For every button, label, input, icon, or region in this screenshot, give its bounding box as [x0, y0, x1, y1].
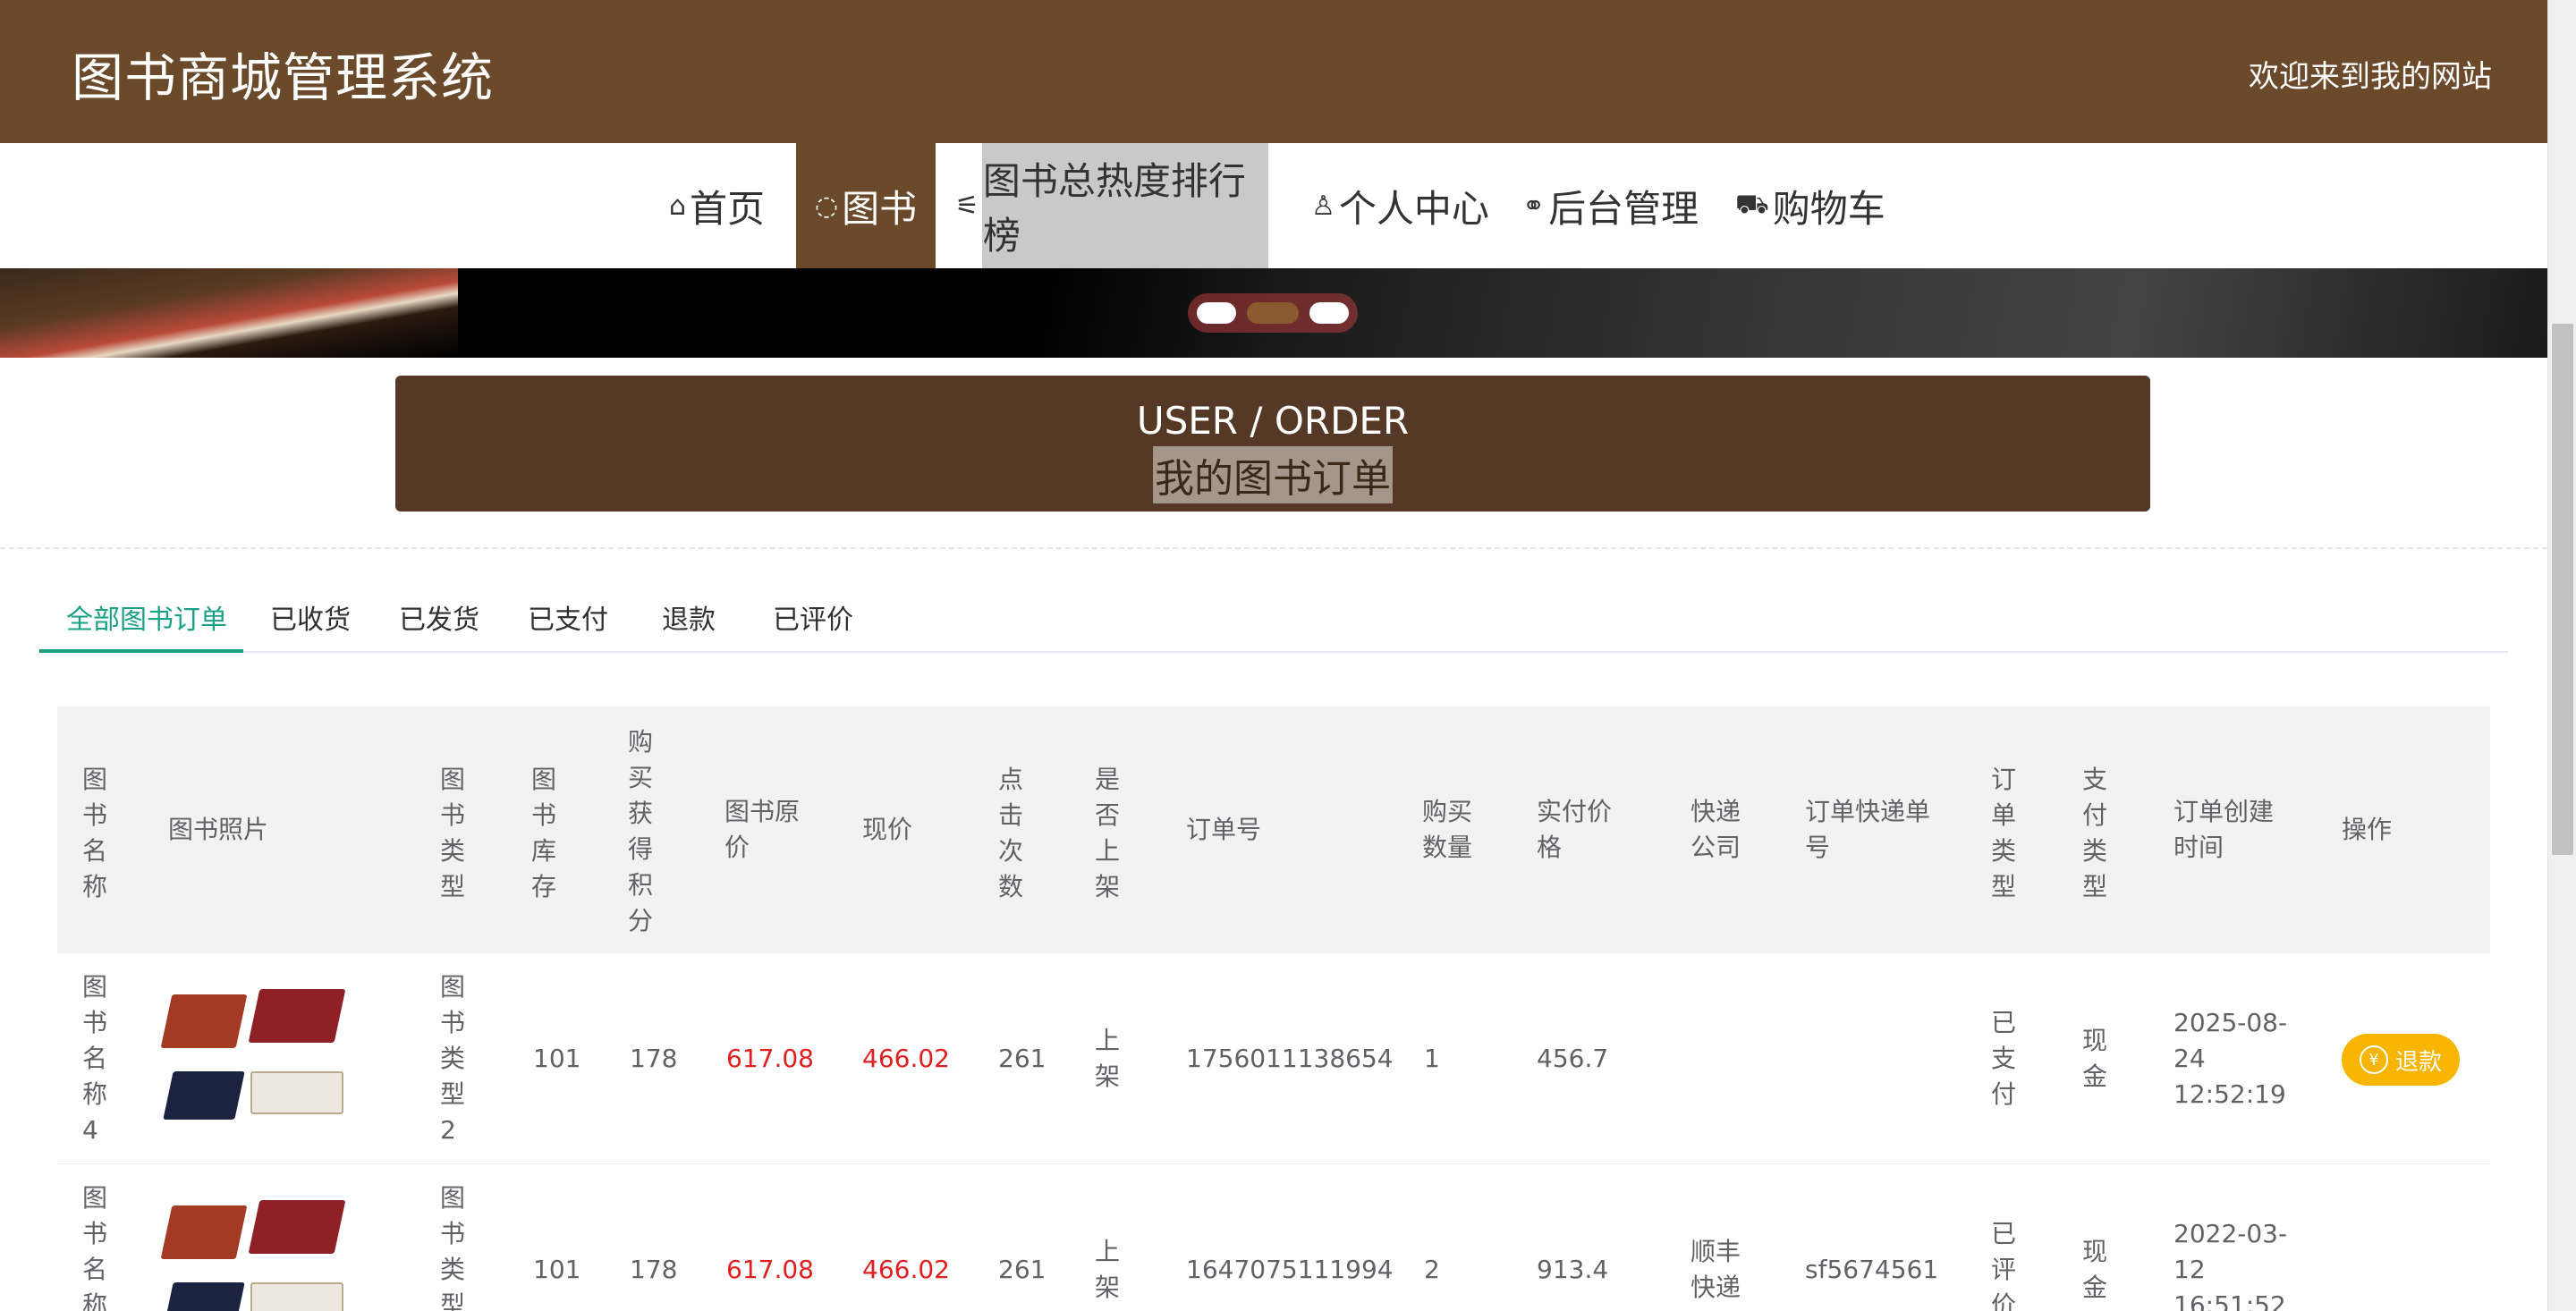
cell-order-type: 已支付	[1991, 1008, 2017, 1109]
user-icon: ♙	[1311, 190, 1335, 222]
table-header: 图书名称 图书照片 图书类型 图书库存 购买获得积分 图书原价 现价 点击次数 …	[57, 706, 2490, 953]
tab-received[interactable]: 已收货	[270, 581, 351, 653]
tab-active-indicator	[39, 649, 243, 653]
nav-label: 图书总热度排行榜	[982, 159, 1246, 258]
cell-on-shelf: 上架	[1095, 1237, 1121, 1302]
cell-price: 466.02	[862, 1044, 950, 1073]
cell-book-type: 图书类型	[440, 1183, 466, 1311]
nav-ranking[interactable]: ⚟ 图书总热度排行榜	[955, 143, 1268, 268]
tab-refund[interactable]: 退款	[662, 581, 716, 653]
cell-pay-type: 现金	[2082, 1026, 2108, 1091]
book-photo	[160, 985, 349, 1132]
th-action: 操作	[2342, 815, 2393, 844]
cell-courier: 顺丰快递	[1690, 1237, 1741, 1302]
order-tabs: 全部图书订单 已收货 已发货 已支付 退款 已评价	[39, 581, 2508, 653]
th-book-type: 图书类型	[440, 765, 466, 901]
section-title-en: USER / ORDER	[1136, 399, 1410, 443]
th-points: 购买获得积分	[628, 727, 654, 935]
nav-books[interactable]: ◌ 图书	[796, 143, 936, 268]
th-clicks: 点击次数	[998, 765, 1024, 901]
th-paid: 实付价格	[1537, 797, 1613, 862]
cell-tracking: sf5674561	[1805, 1255, 1939, 1284]
cell-order-type: 已评价	[1991, 1219, 2017, 1311]
refund-button[interactable]: ¥ 退款	[2342, 1034, 2460, 1086]
cell-orig-price: 617.08	[726, 1255, 814, 1284]
section-title-box: USER / ORDER 我的图书订单	[395, 376, 2150, 512]
banner-carousel[interactable]	[0, 268, 2547, 358]
cell-stock: 101	[533, 1044, 581, 1073]
table-row: 图书名称 图书类型 101 178 617.08 466.02 261 上架 1…	[57, 1164, 2490, 1311]
main-nav: ⌂ 首页 ◌ 图书 ⚟ 图书总热度排行榜 ♙ 个人中心 ⚭ 后台管理 ⛟ 购物车	[0, 143, 2547, 268]
banner-image-left	[0, 268, 458, 358]
th-book-name: 图书名称	[82, 765, 108, 901]
site-header: 图书商城管理系统 欢迎来到我的网站	[0, 0, 2547, 143]
site-title: 图书商城管理系统	[72, 47, 495, 108]
banner-image-right	[458, 268, 2547, 358]
cell-on-shelf: 上架	[1095, 1026, 1121, 1091]
th-courier: 快递公司	[1690, 797, 1741, 862]
th-book-photo: 图书照片	[168, 815, 269, 844]
home-icon: ⌂	[669, 190, 687, 222]
cell-qty: 2	[1424, 1255, 1440, 1284]
cell-qty: 1	[1424, 1044, 1440, 1073]
cell-clicks: 261	[998, 1255, 1046, 1284]
nav-admin[interactable]: ⚭ 后台管理	[1522, 143, 1699, 268]
cell-order-no: 1647075111994	[1186, 1255, 1394, 1284]
th-order-type: 订单类型	[1991, 765, 2017, 901]
table-row: 图书名称4 图书类型2 101 178 617.08 466.02 261 上架…	[57, 953, 2490, 1164]
section-title-cn: 我的图书订单	[1153, 446, 1393, 503]
tab-paid[interactable]: 已支付	[528, 581, 608, 653]
cell-points: 178	[630, 1044, 678, 1073]
cell-clicks: 261	[998, 1044, 1046, 1073]
tab-shipped[interactable]: 已发货	[399, 581, 479, 653]
cell-paid: 456.7	[1537, 1044, 1609, 1073]
th-tracking: 订单快递单号	[1805, 797, 1931, 862]
cell-book-name: 图书名称4	[82, 972, 108, 1145]
sliders-icon: ⚟	[955, 190, 979, 222]
th-created: 订单创建时间	[2174, 797, 2275, 862]
carousel-dot[interactable]	[1309, 302, 1349, 324]
nav-profile[interactable]: ♙ 个人中心	[1311, 143, 1489, 268]
tab-all-orders[interactable]: 全部图书订单	[66, 581, 227, 653]
th-stock: 图书库存	[531, 765, 557, 901]
carousel-dot-active[interactable]	[1247, 302, 1299, 324]
page-scrollbar[interactable]	[2547, 0, 2576, 1311]
th-qty: 购买数量	[1422, 797, 1473, 862]
carousel-dot[interactable]	[1197, 302, 1236, 324]
cell-book-name: 图书名称	[82, 1183, 108, 1311]
tab-reviewed[interactable]: 已评价	[773, 581, 853, 653]
th-order-no: 订单号	[1186, 815, 1262, 844]
th-orig-price: 图书原价	[724, 797, 801, 862]
cell-stock: 101	[533, 1255, 581, 1284]
cart-icon: ⛟	[1735, 188, 1769, 220]
nav-label: 首页	[690, 186, 766, 231]
cell-pay-type: 现金	[2082, 1237, 2108, 1302]
yen-icon: ¥	[2359, 1045, 2388, 1074]
cell-created: 2025-08-24 12:52:19	[2174, 1008, 2288, 1109]
cell-paid: 913.4	[1537, 1255, 1609, 1284]
welcome-text: 欢迎来到我的网站	[2249, 59, 2492, 95]
th-on-shelf: 是否上架	[1095, 765, 1121, 901]
book-photo	[160, 1197, 349, 1311]
nav-home[interactable]: ⌂ 首页	[669, 143, 765, 268]
carousel-indicators	[1188, 293, 1358, 333]
book-icon: ◌	[814, 190, 839, 222]
nav-label: 后台管理	[1548, 186, 1699, 231]
orders-content: 全部图书订单 已收货 已发货 已支付 退款 已评价 图书名称 图书照片 图书类型…	[0, 547, 2547, 1311]
cell-book-type: 图书类型2	[440, 972, 466, 1145]
cell-created: 2022-03-12 16:51:52	[2174, 1219, 2288, 1311]
cell-price: 466.02	[862, 1255, 950, 1284]
cell-orig-price: 617.08	[726, 1044, 814, 1073]
scrollbar-thumb[interactable]	[2552, 324, 2573, 855]
nav-label: 个人中心	[1338, 186, 1489, 231]
nav-label: 购物车	[1772, 186, 1885, 231]
th-pay-type: 支付类型	[2082, 765, 2108, 901]
link-icon: ⚭	[1522, 190, 1546, 222]
refund-label: 退款	[2394, 1048, 2442, 1076]
nav-label: 图书	[842, 186, 918, 231]
cell-order-no: 1756011138654	[1186, 1044, 1394, 1073]
cell-points: 178	[630, 1255, 678, 1284]
nav-cart[interactable]: ⛟ 购物车	[1735, 143, 1885, 268]
th-price: 现价	[862, 815, 913, 844]
